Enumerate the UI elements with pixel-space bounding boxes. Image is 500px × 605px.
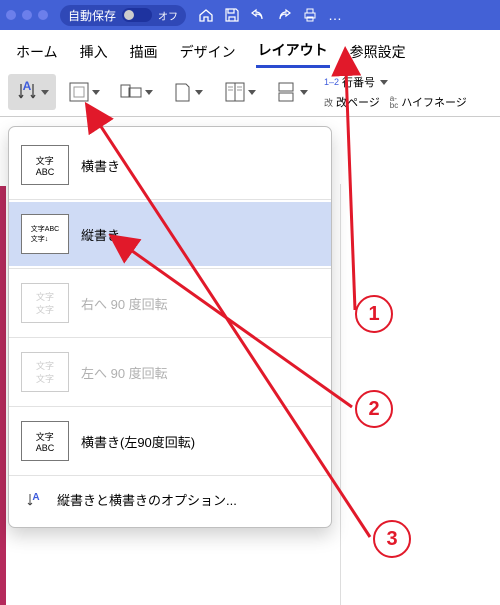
orientation-button[interactable]	[112, 74, 160, 110]
tab-draw[interactable]: 描画	[128, 38, 160, 67]
svg-text:A: A	[23, 80, 32, 93]
print-icon[interactable]	[302, 7, 318, 23]
more-icon[interactable]: …	[328, 7, 342, 23]
page-break-icon: 改	[324, 96, 333, 109]
line-numbers-icon: 1–2	[324, 78, 339, 87]
autosave-label: 自動保存	[68, 7, 116, 24]
hyphenation-button[interactable]: a- bc ハイフネージ	[390, 94, 467, 110]
margins-button[interactable]	[60, 74, 108, 110]
annotation-2: 2	[355, 390, 393, 428]
dd-label-horizontal: 横書き	[81, 156, 120, 175]
side-strip	[0, 186, 6, 605]
annotation-1: 1	[355, 295, 393, 333]
chevron-down-icon	[41, 90, 49, 95]
page-break-button[interactable]: 改 改ページ	[324, 94, 380, 110]
options-icon: A	[27, 492, 45, 508]
close-dot[interactable]	[6, 10, 16, 20]
svg-text:A: A	[32, 492, 39, 503]
autosave-toggle[interactable]: 自動保存 オフ	[60, 5, 186, 26]
thumb-rotate-left-icon: 文字 文字	[21, 352, 69, 392]
dd-label-vertical: 縦書き	[81, 225, 120, 244]
autosave-state: オフ	[158, 8, 178, 23]
hyphenation-icon: a- bc	[390, 95, 398, 109]
chevron-down-icon	[145, 90, 153, 95]
tab-insert[interactable]: 挿入	[78, 38, 110, 67]
save-icon[interactable]	[224, 7, 240, 23]
dd-label-rotate-right: 右へ 90 度回転	[81, 294, 168, 313]
dd-item-rotate-left: 文字 文字 左へ 90 度回転	[9, 340, 331, 404]
dd-item-horizontal[interactable]: 文字 ABC 横書き	[9, 133, 331, 197]
quick-access-toolbar: …	[198, 7, 342, 23]
zoom-dot[interactable]	[38, 10, 48, 20]
text-direction-button[interactable]: A	[8, 74, 56, 110]
dd-item-vertical[interactable]: 文字ABC 文字↓ 縦書き	[9, 202, 331, 266]
ribbon-tabs: ホーム 挿入 描画 デザイン レイアウト 参照設定	[0, 30, 500, 68]
separator	[9, 268, 331, 269]
separator	[9, 199, 331, 200]
ribbon-right-group: 1–2 行番号 改 改ページ a- bc ハイフネージ	[324, 74, 467, 110]
page-break-label: 改ページ	[336, 94, 380, 110]
thumb-horizontal-icon: 文字 ABC	[21, 145, 69, 185]
separator	[9, 337, 331, 338]
tab-reference[interactable]: 参照設定	[348, 38, 408, 67]
breaks-button[interactable]	[268, 74, 316, 110]
thumb-rotate-right-icon: 文字 文字	[21, 283, 69, 323]
window-controls[interactable]	[6, 10, 48, 20]
annotation-3: 3	[373, 520, 411, 558]
tab-home[interactable]: ホーム	[14, 38, 60, 67]
chevron-down-icon	[92, 90, 100, 95]
columns-button[interactable]	[216, 74, 264, 110]
line-numbers-label: 行番号	[342, 74, 375, 90]
toggle-switch[interactable]	[122, 8, 152, 22]
titlebar: 自動保存 オフ …	[0, 0, 500, 30]
tab-layout[interactable]: レイアウト	[256, 36, 330, 68]
home-icon[interactable]	[198, 7, 214, 23]
text-direction-dropdown: 文字 ABC 横書き 文字ABC 文字↓ 縦書き 文字 文字 右へ 90 度回転…	[8, 126, 332, 528]
hyphenation-label: ハイフネージ	[401, 94, 467, 110]
ribbon-layout: A 1–2 行番号 改 改ページ a- bc	[0, 68, 500, 117]
dd-label-horizontal-left90: 横書き(左90度回転)	[81, 432, 195, 451]
dd-label-options: 縦書きと横書きのオプション...	[57, 490, 237, 509]
separator	[9, 475, 331, 476]
dd-item-options[interactable]: A 縦書きと横書きのオプション...	[9, 478, 331, 521]
line-numbers-button[interactable]: 1–2 行番号	[324, 74, 467, 90]
chevron-down-icon	[380, 80, 388, 85]
separator	[9, 406, 331, 407]
chevron-down-icon	[300, 90, 308, 95]
undo-icon[interactable]	[250, 7, 266, 23]
dd-label-rotate-left: 左へ 90 度回転	[81, 363, 168, 382]
redo-icon[interactable]	[276, 7, 292, 23]
tab-design[interactable]: デザイン	[178, 38, 238, 67]
size-button[interactable]	[164, 74, 212, 110]
thumb-horizontal-left90-icon: 文字 ABC	[21, 421, 69, 461]
thumb-vertical-icon: 文字ABC 文字↓	[21, 214, 69, 254]
minimize-dot[interactable]	[22, 10, 32, 20]
chevron-down-icon	[195, 90, 203, 95]
dd-item-horizontal-left90[interactable]: 文字 ABC 横書き(左90度回転)	[9, 409, 331, 473]
chevron-down-icon	[248, 90, 256, 95]
dd-item-rotate-right: 文字 文字 右へ 90 度回転	[9, 271, 331, 335]
